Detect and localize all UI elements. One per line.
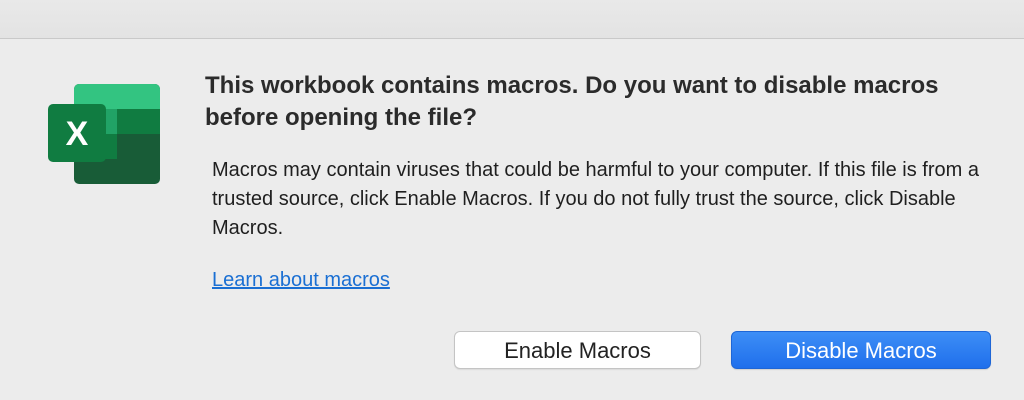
disable-macros-button[interactable]: Disable Macros (731, 331, 991, 369)
excel-icon-letter: X (66, 115, 89, 153)
excel-icon: X (48, 84, 160, 184)
dialog-message: Macros may contain viruses that could be… (212, 159, 979, 239)
learn-about-macros-link[interactable]: Learn about macros (212, 267, 390, 293)
window-titlebar[interactable] (0, 0, 1024, 39)
dialog-heading: This workbook contains macros. Do you wa… (205, 72, 939, 131)
enable-macros-button[interactable]: Enable Macros (454, 331, 701, 369)
macro-warning-dialog: X This workbook contains macros. Do you … (0, 0, 1024, 400)
